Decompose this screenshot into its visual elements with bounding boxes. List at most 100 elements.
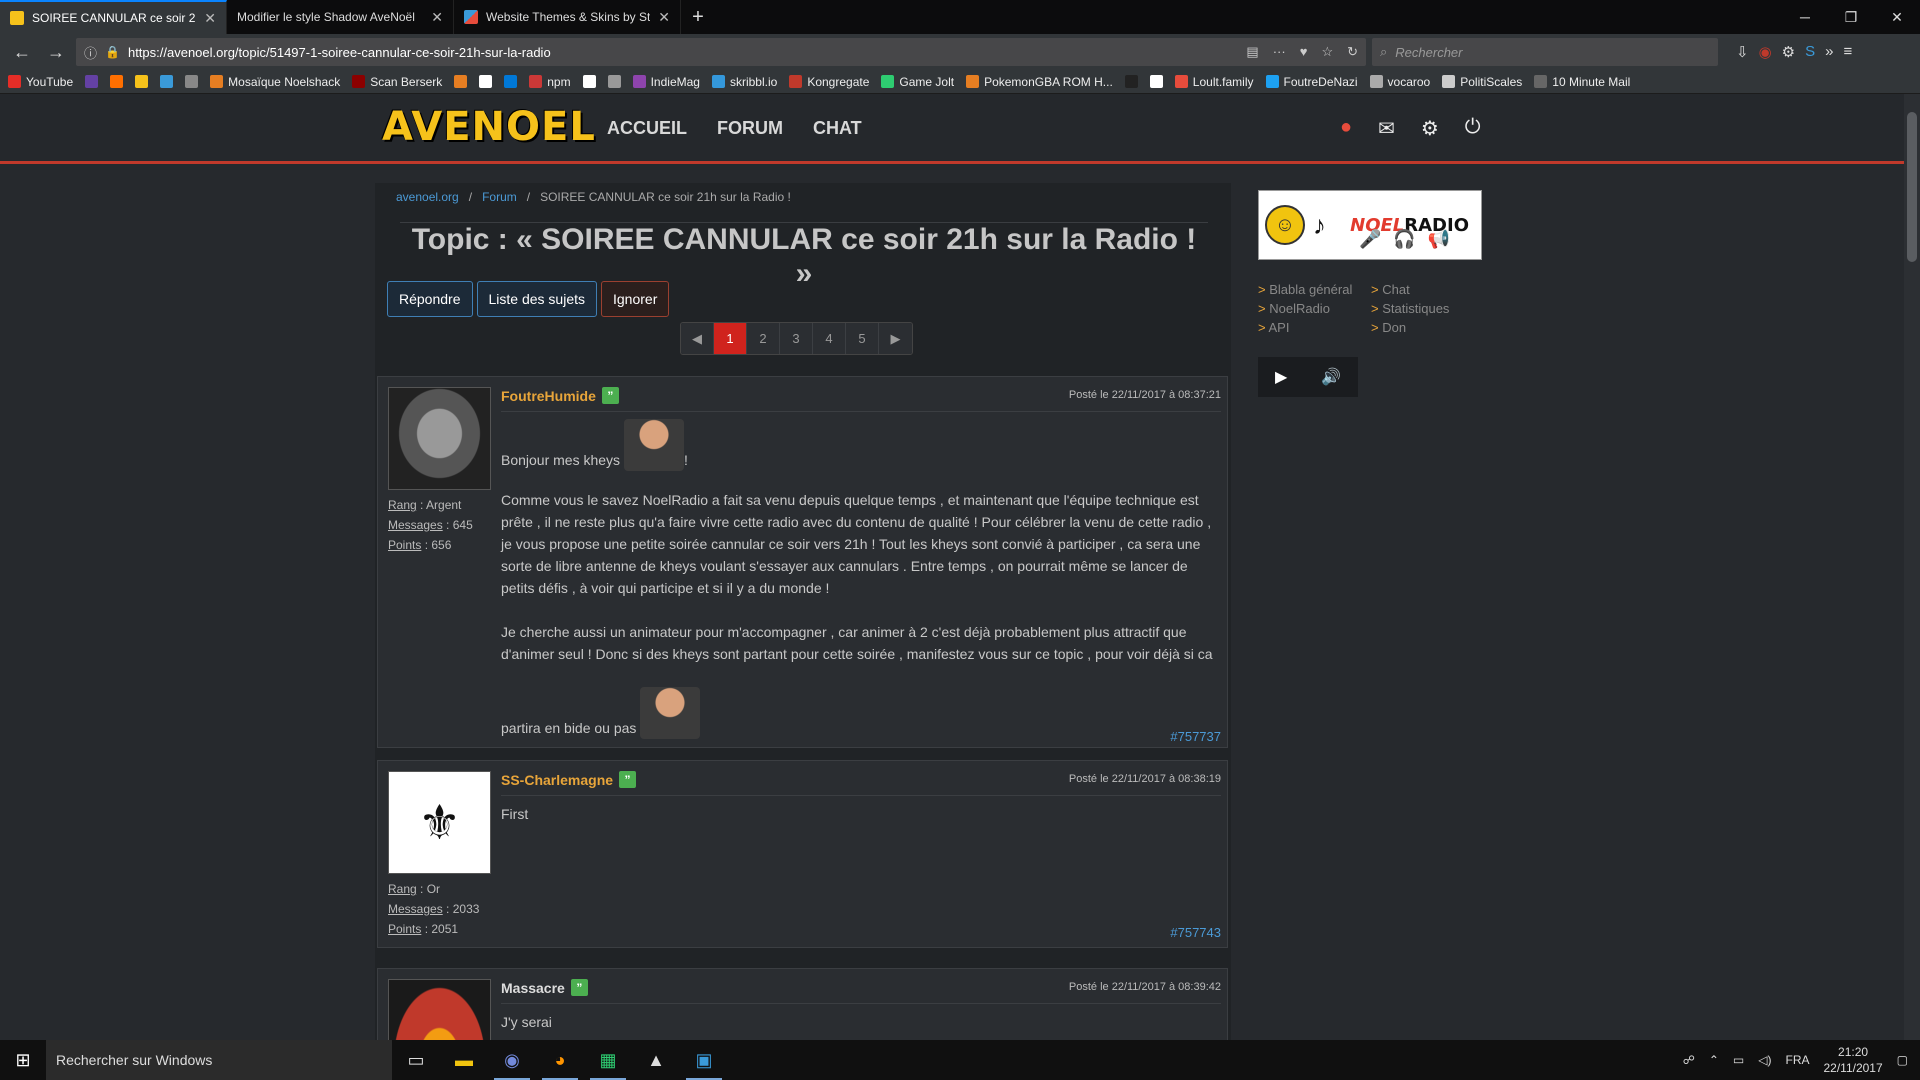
windows-start-icon[interactable]: ⊞ (0, 1040, 46, 1080)
ublock-icon[interactable]: ◉ (1759, 43, 1772, 61)
page-link[interactable]: 5 (846, 323, 879, 354)
discord-icon[interactable]: ◉ (488, 1040, 536, 1080)
taskbar-search[interactable]: Rechercher sur Windows (46, 1040, 392, 1080)
avatar[interactable] (388, 979, 491, 1040)
ignore-button[interactable]: Ignorer (601, 281, 670, 317)
firefox-icon[interactable]: ◕ (536, 1040, 584, 1080)
bookmark-item[interactable]: Scan Berserk (352, 75, 442, 89)
bookmark-item[interactable] (607, 75, 621, 88)
stylish-icon[interactable]: S (1805, 43, 1815, 61)
file-explorer-icon[interactable]: ▬ (440, 1040, 488, 1080)
points-label[interactable]: Points (388, 922, 421, 936)
app-icon[interactable]: ▣ (680, 1040, 728, 1080)
restore-icon[interactable]: ❐ (1828, 0, 1874, 34)
sidebar-link-chat[interactable]: > Chat (1371, 282, 1471, 297)
download-icon[interactable]: ⇩ (1736, 43, 1749, 61)
gear-icon[interactable]: ⚙ (1782, 43, 1795, 61)
mail-icon[interactable]: ✉ (1378, 116, 1395, 141)
points-label[interactable]: Points (388, 538, 421, 552)
rank-label[interactable]: Rang (388, 882, 417, 896)
bookmark-item[interactable]: PokemonGBA ROM H... (966, 75, 1113, 89)
sidebar-link-don[interactable]: > Don (1371, 320, 1471, 335)
messages-label[interactable]: Messages (388, 518, 443, 532)
post-id-link[interactable]: #757743 (1170, 925, 1221, 940)
tray-expand-icon[interactable]: ⌃ (1709, 1053, 1719, 1067)
minimize-icon[interactable]: ─ (1782, 0, 1828, 34)
bookmark-item[interactable]: PolitiScales (1442, 75, 1522, 89)
bookmark-item[interactable] (504, 75, 518, 88)
bookmark-item[interactable]: Mosaïque Noelshack (210, 75, 340, 89)
bookmark-star-icon[interactable]: ☆ (1321, 44, 1333, 60)
quote-icon[interactable]: ” (619, 771, 637, 788)
bookmark-item[interactable] (110, 75, 124, 88)
site-logo[interactable]: AVENOEL (382, 104, 596, 150)
next-page-icon[interactable]: ▶ (879, 323, 912, 354)
post-author[interactable]: FoutreHumide” (501, 387, 619, 404)
scrollbar-thumb[interactable] (1907, 112, 1917, 262)
bookmark-item[interactable]: YouTube (8, 75, 73, 89)
rank-label[interactable]: Rang (388, 498, 417, 512)
page-link[interactable]: 1 (714, 323, 747, 354)
play-icon[interactable]: ▶ (1275, 367, 1287, 387)
clock[interactable]: 21:20 22/11/2017 (1823, 1044, 1882, 1076)
photos-icon[interactable]: ▲ (632, 1040, 680, 1080)
bookmark-item[interactable] (454, 75, 468, 88)
bookmark-item[interactable]: Game Jolt (881, 75, 954, 89)
reader-view-icon[interactable]: ▤ (1246, 44, 1258, 60)
browser-tab[interactable]: Website Themes & Skins by Sty ✕ (454, 0, 681, 34)
bookmark-item[interactable]: Loult.family (1174, 75, 1254, 89)
bookmark-item[interactable]: npm (529, 75, 571, 89)
page-link[interactable]: 4 (813, 323, 846, 354)
nav-accueil[interactable]: ACCUEIL (607, 118, 687, 139)
bookmark-item[interactable]: IndieMag (632, 75, 700, 89)
noelradio-banner[interactable]: ☺ ♪ NOELRADIO 🎤 🎧 📢 (1258, 190, 1482, 260)
breadcrumb-forum[interactable]: Forum (482, 190, 517, 204)
sidebar-link-blabla[interactable]: > Blabla général (1258, 282, 1371, 297)
spreadsheet-icon[interactable]: ▦ (584, 1040, 632, 1080)
close-tab-icon[interactable]: ✕ (204, 10, 216, 27)
page-link[interactable]: 2 (747, 323, 780, 354)
bookmark-item[interactable] (582, 75, 596, 88)
bookmark-item[interactable]: FoutreDeNazi (1265, 75, 1358, 89)
volume-icon[interactable]: ◁) (1758, 1053, 1771, 1067)
quote-icon[interactable]: ” (601, 387, 619, 404)
back-arrow-icon[interactable]: ← (8, 38, 36, 66)
bookmark-item[interactable] (1149, 75, 1163, 88)
info-icon[interactable]: ⓘ (84, 43, 97, 62)
page-link[interactable]: 3 (780, 323, 813, 354)
power-icon[interactable]: ⏻ (1465, 116, 1481, 141)
volume-icon[interactable]: 🔊 (1321, 367, 1341, 387)
post-id-link[interactable]: #757737 (1170, 729, 1221, 744)
bookmark-item[interactable] (1124, 75, 1138, 88)
language-indicator[interactable]: FRA (1785, 1053, 1809, 1067)
forward-arrow-icon[interactable]: → (42, 38, 70, 66)
reload-icon[interactable]: ↻ (1347, 44, 1358, 60)
pocket-icon[interactable]: ♥ (1300, 44, 1308, 60)
bookmark-item[interactable]: Kongregate (789, 75, 869, 89)
bookmark-item[interactable] (185, 75, 199, 88)
close-window-icon[interactable]: ✕ (1874, 0, 1920, 34)
prev-page-icon[interactable]: ◀ (681, 323, 714, 354)
nav-forum[interactable]: FORUM (717, 118, 783, 139)
nav-chat[interactable]: CHAT (813, 118, 862, 139)
topic-list-button[interactable]: Liste des sujets (476, 281, 597, 317)
sidebar-link-statistiques[interactable]: > Statistiques (1371, 301, 1471, 316)
task-view-icon[interactable]: ▭ (392, 1040, 440, 1080)
sidebar-link-noelradio[interactable]: > NoelRadio (1258, 301, 1371, 316)
close-tab-icon[interactable]: ✕ (658, 9, 670, 26)
bookmark-item[interactable] (479, 75, 493, 88)
more-icon[interactable]: ··· (1273, 44, 1286, 60)
close-tab-icon[interactable]: ✕ (431, 9, 443, 26)
search-input[interactable]: ⌕ Rechercher (1372, 38, 1718, 66)
network-icon[interactable]: ▭ (1733, 1053, 1744, 1067)
notification-icon[interactable]: ▢ (1897, 1053, 1908, 1067)
people-icon[interactable]: ☍ (1683, 1053, 1695, 1067)
user-avatar-icon[interactable]: ● (1340, 116, 1352, 141)
new-tab-button[interactable]: + (681, 0, 715, 34)
bookmark-item[interactable]: vocaroo (1369, 75, 1430, 89)
avatar[interactable]: ⚜ (388, 771, 491, 874)
hamburger-menu-icon[interactable]: ≡ (1843, 43, 1852, 61)
browser-tab[interactable]: SOIREE CANNULAR ce soir 21h ✕ (0, 0, 227, 34)
sidebar-link-api[interactable]: > API (1258, 320, 1371, 335)
bookmark-item[interactable] (135, 75, 149, 88)
